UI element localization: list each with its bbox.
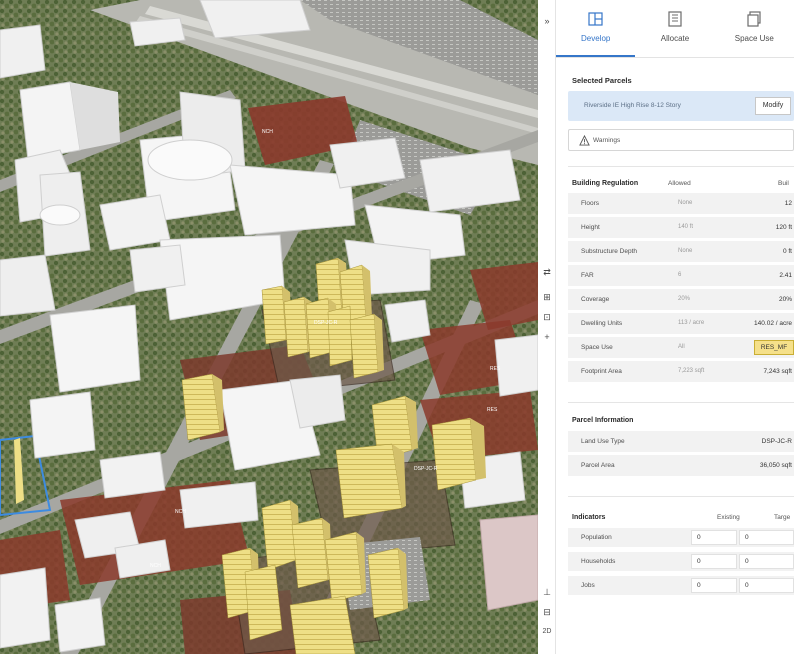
parcel-label: RES: [490, 366, 501, 372]
built-value: 0 ft: [782, 248, 792, 255]
built-value: 20%: [778, 296, 792, 303]
tab-develop[interactable]: Develop: [556, 0, 636, 57]
regulation-row-space-use: Space Use All RES_MF: [568, 337, 794, 358]
parcel-information-header: Parcel Information: [572, 417, 634, 424]
warnings-button[interactable]: Warnings: [568, 129, 794, 151]
regulation-row-footprint-area: Footprint Area 7,223 sqft 7,243 sqft: [568, 361, 794, 382]
built-value: 120 ft: [775, 224, 792, 231]
regulation-row-far: FAR 6 2.41: [568, 265, 794, 286]
indicator-row-population: Population 0 0: [568, 528, 794, 547]
selected-parcel-card[interactable]: Riverside IE High Rise 8-12 Story Modify: [568, 91, 794, 121]
tab-label: Allocate: [660, 34, 690, 43]
existing-column-header: Existing: [717, 514, 740, 521]
parcel-label: DSP-JC-R: [314, 320, 338, 326]
allocate-icon: [668, 11, 682, 27]
parcel-info-row-land-use: Land Use Type DSP-JC-R: [568, 431, 794, 452]
divider: [568, 402, 794, 403]
parcel-label: NCH: [150, 563, 161, 569]
space-use-badge[interactable]: RES_MF: [754, 340, 794, 355]
map-tool-strip: » ⇄ ⊞ ⊡ + ⊥ ⊟ 2D: [538, 0, 556, 654]
row-label: Space Use: [581, 344, 613, 351]
swap-view-icon[interactable]: ⇄: [540, 265, 554, 279]
existing-input[interactable]: 0: [691, 530, 737, 545]
allowed-column-header: Allowed: [668, 180, 691, 187]
regulation-row-dwelling-units: Dwelling Units 113 / acre 140.02 / acre: [568, 313, 794, 334]
tab-label: Develop: [580, 34, 611, 43]
row-label: Jobs: [581, 582, 595, 589]
regulation-row-height: Height 140 ft 120 ft: [568, 217, 794, 238]
allowed-value: 113 / acre: [678, 320, 705, 326]
warning-icon: [579, 135, 590, 146]
map-scene[interactable]: NCH DSP-JC-R RES RES DSP-JC-R NCH NCH: [0, 0, 538, 654]
modify-button[interactable]: Modify: [755, 97, 791, 115]
develop-icon: [588, 12, 603, 26]
built-value: 7,243 sqft: [763, 368, 792, 375]
grid-icon[interactable]: ⊞: [540, 290, 554, 304]
row-value: DSP-JC-R: [761, 438, 792, 445]
space-use-icon: [747, 11, 761, 27]
compass-icon[interactable]: ⊥: [540, 585, 554, 599]
target-input[interactable]: 0: [739, 554, 794, 569]
row-value: 36,050 sqft: [759, 462, 792, 469]
allowed-value: 20%: [678, 296, 691, 302]
parcel-label: NCH: [175, 509, 186, 515]
target-input[interactable]: 0: [739, 530, 794, 545]
parcel-name: Riverside IE High Rise 8-12 Story: [584, 102, 681, 109]
collapse-panel-icon[interactable]: »: [540, 14, 554, 28]
tab-space-use[interactable]: Space Use: [715, 0, 794, 57]
parcel-label: DSP-JC-R: [414, 466, 438, 472]
row-label: Footprint Area: [581, 368, 622, 375]
layers-icon[interactable]: ⊟: [540, 605, 554, 619]
target-column-header: Targe: [774, 514, 791, 521]
toggle-2d-button[interactable]: 2D: [540, 625, 554, 639]
row-label: Land Use Type: [581, 438, 625, 445]
warnings-label: Warnings: [593, 137, 621, 144]
allowed-value: None: [678, 248, 693, 254]
selected-parcels-title: Selected Parcels: [572, 76, 632, 85]
allowed-value: All: [678, 344, 685, 350]
tab-allocate[interactable]: Allocate: [635, 0, 714, 57]
built-value: 12: [784, 200, 792, 207]
built-value: 2.41: [779, 272, 792, 279]
target-input[interactable]: 0: [739, 578, 794, 593]
parcel-info-row-area: Parcel Area 36,050 sqft: [568, 455, 794, 476]
tab-label: Space Use: [734, 34, 774, 43]
row-label: Height: [581, 224, 600, 231]
allowed-value: 6: [678, 272, 682, 278]
indicator-row-jobs: Jobs 0 0: [568, 576, 794, 595]
divider: [568, 166, 794, 167]
parcel-label: RES: [487, 407, 498, 413]
row-label: Population: [581, 534, 612, 541]
row-label: Parcel Area: [581, 462, 615, 469]
allowed-value: 140 ft: [678, 224, 694, 230]
regulation-row-coverage: Coverage 20% 20%: [568, 289, 794, 310]
building-regulation-header: Building Regulation: [572, 180, 639, 187]
select-area-icon[interactable]: ⊡: [540, 310, 554, 324]
row-label: Households: [581, 558, 616, 565]
side-panel: Develop Allocate Space Use Selected Parc…: [556, 0, 794, 654]
row-label: FAR: [581, 272, 594, 279]
allowed-value: 7,223 sqft: [678, 368, 705, 374]
row-label: Substructure Depth: [581, 248, 638, 255]
add-icon[interactable]: +: [540, 330, 554, 344]
panel-tabs: Develop Allocate Space Use: [556, 0, 794, 58]
row-label: Dwelling Units: [581, 320, 623, 327]
row-label: Coverage: [581, 296, 610, 303]
built-value: 140.02 / acre: [754, 320, 792, 327]
regulation-row-substructure-depth: Substructure Depth None 0 ft: [568, 241, 794, 262]
existing-input[interactable]: 0: [691, 578, 737, 593]
regulation-row-floors: Floors None 12: [568, 193, 794, 214]
allowed-value: None: [678, 200, 693, 206]
indicators-header: Indicators: [572, 514, 606, 521]
map-view[interactable]: NCH DSP-JC-R RES RES DSP-JC-R NCH NCH: [0, 0, 538, 654]
indicator-row-households: Households 0 0: [568, 552, 794, 571]
existing-input[interactable]: 0: [691, 554, 737, 569]
divider: [568, 496, 794, 497]
built-column-header: Buil: [778, 180, 789, 187]
row-label: Floors: [581, 200, 600, 207]
parcel-label: NCH: [262, 129, 273, 135]
